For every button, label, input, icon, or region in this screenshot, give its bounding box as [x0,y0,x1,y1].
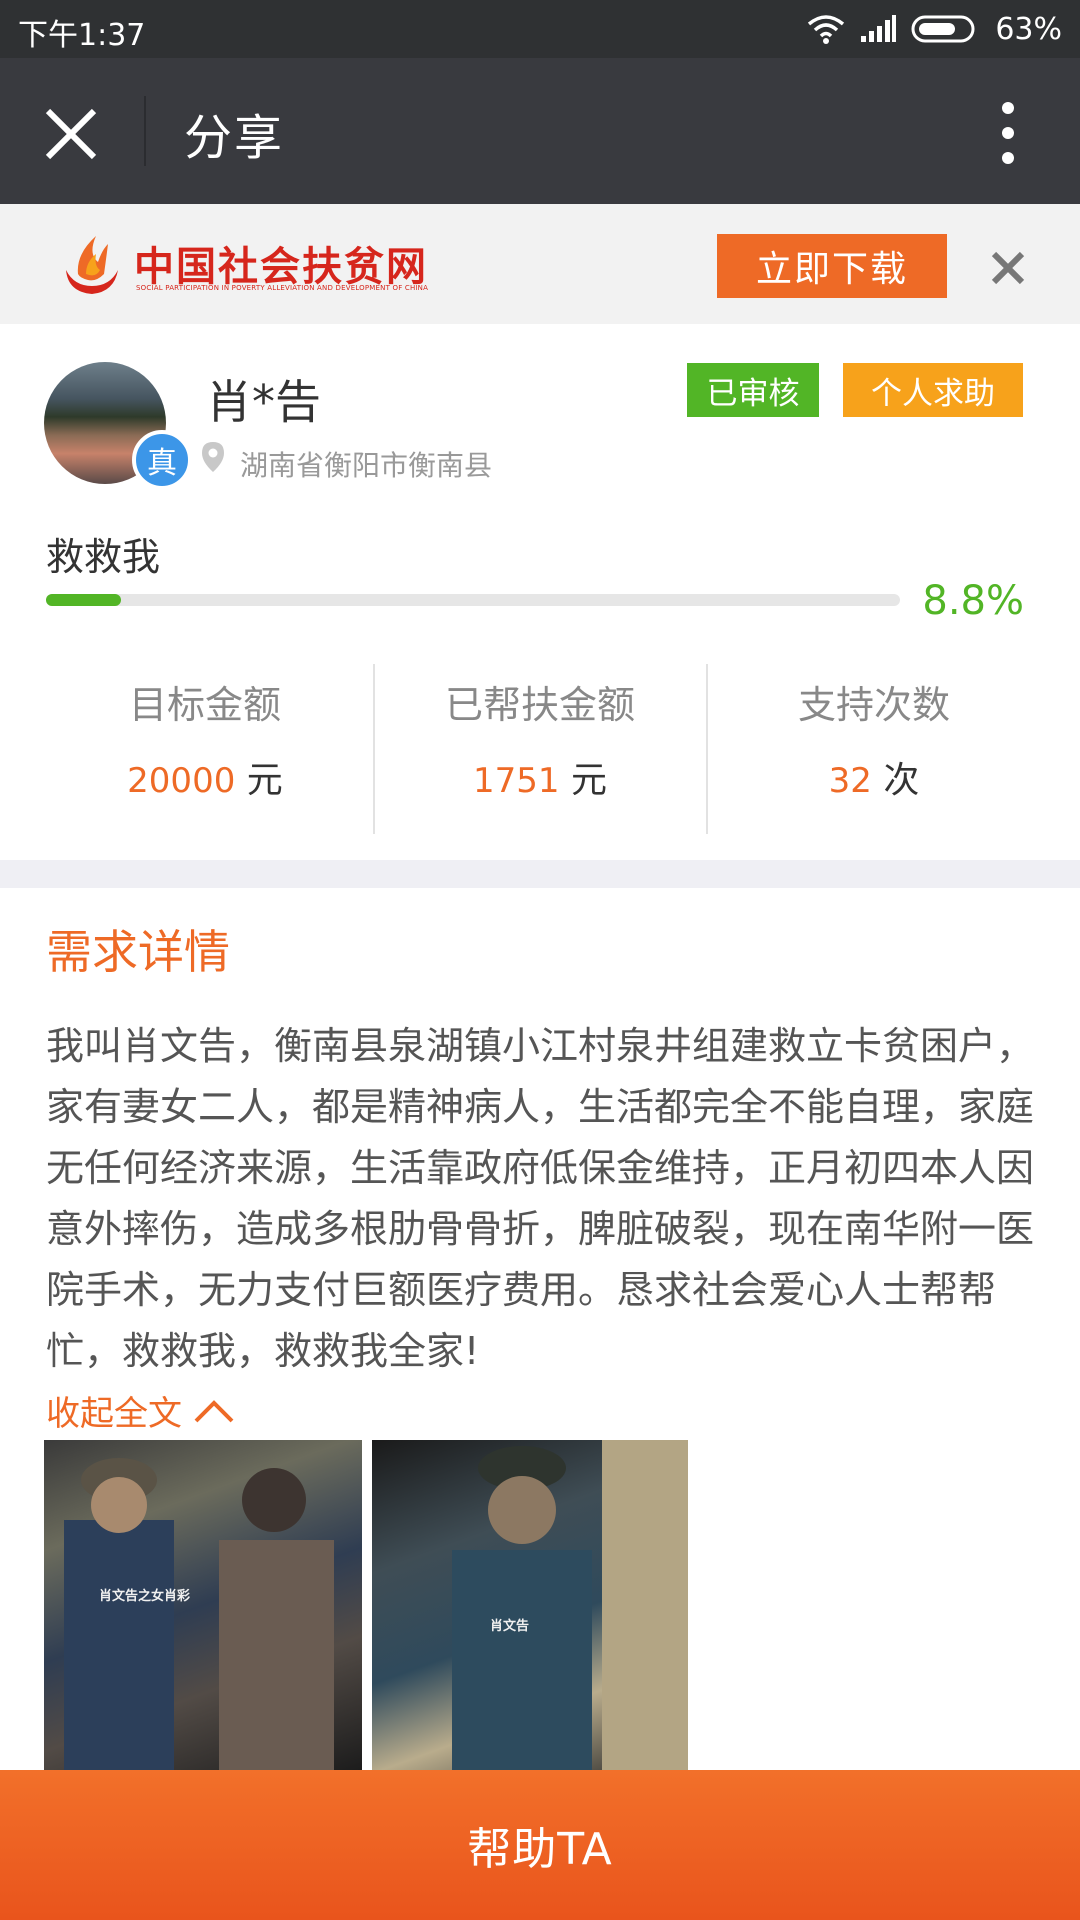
logo-subtitle: SOCIAL PARTICIPATION IN POVERTY ALLEVIAT… [136,284,429,292]
battery-icon [911,15,975,43]
photo-figures: 肖文告 [452,1440,688,1770]
site-logo: 中国社会扶贫网 SOCIAL PARTICIPATION IN POVERTY … [56,230,466,300]
stat-unit: 次 [883,760,920,801]
status-icons: 63% [807,8,1062,50]
photo-caption: 肖文告 [490,1618,529,1634]
photo-figures: 肖文告之女肖彩 [64,1458,334,1770]
details-body: 我叫肖文告，衡南县泉湖镇小江村泉井组建救立卡贫困户，家有妻女二人，都是精神病人，… [46,1024,1035,1373]
help-button[interactable]: 帮助TA [0,1770,1080,1920]
progress-fill [46,594,122,606]
stat-label: 目标金额 [128,683,281,727]
status-bar: 下午1:37 63% [0,0,1080,58]
stat-value: 1751 元 [376,751,704,803]
flame-logo-icon [66,236,118,294]
chevron-up-icon [194,1399,234,1422]
stat-number: 20000 [127,761,236,801]
verified-badge: 真 [132,430,192,490]
stat-unit: 元 [570,760,607,801]
collapse-full-text-link[interactable]: 收起全文 [46,1386,236,1435]
progress-bar [46,594,900,606]
stat-support-count: 支持次数 32 次 [709,664,1039,834]
reviewed-tag: 已审核 [687,363,819,417]
signal-icon [861,15,897,42]
project-title: 救救我 [46,535,161,579]
details-heading: 需求详情 [46,925,230,979]
close-banner-icon[interactable] [990,250,1026,286]
location-text: 湖南省衡阳市衡南县 [240,449,493,482]
collapse-label: 收起全文 [46,1394,182,1434]
stat-raised-amount: 已帮扶金额 1751 元 [376,664,704,834]
stat-value: 20000 元 [40,751,370,803]
stat-value: 32 次 [709,751,1039,803]
stat-unit: 元 [246,760,283,801]
more-options-icon[interactable] [998,98,1018,168]
title-divider [144,96,146,166]
download-button[interactable]: 立即下载 [717,234,947,298]
title-bar: 分享 [0,58,1080,204]
photo-thumbnail[interactable]: 肖文告之女肖彩 [44,1440,362,1770]
status-time: 下午1:37 [18,18,146,53]
wifi-icon [808,15,845,44]
stats-panel: 目标金额 20000 元 已帮扶金额 1751 元 支持次数 32 次 [0,664,1080,834]
progress-percent: 8.8% [922,578,1024,624]
page-title: 分享 [184,110,285,166]
stat-number: 32 [828,761,872,801]
app-download-banner: 中国社会扶贫网 SOCIAL PARTICIPATION IN POVERTY … [0,204,1080,324]
stat-number: 1751 [473,761,560,801]
stat-label: 支持次数 [797,683,950,727]
close-icon[interactable] [40,103,102,165]
location-pin-icon [202,442,224,472]
photo-caption: 肖文告之女肖彩 [99,1588,190,1604]
battery-percent: 63% [995,11,1062,47]
stat-divider [373,664,375,834]
stat-divider [706,664,708,834]
photo-thumbnail[interactable]: 肖文告 [372,1440,688,1770]
stat-label: 已帮扶金额 [444,683,635,727]
stat-target-amount: 目标金额 20000 元 [40,664,370,834]
user-name: 肖*告 [206,375,321,429]
section-divider [0,860,1080,888]
personal-help-tag: 个人求助 [843,363,1023,417]
